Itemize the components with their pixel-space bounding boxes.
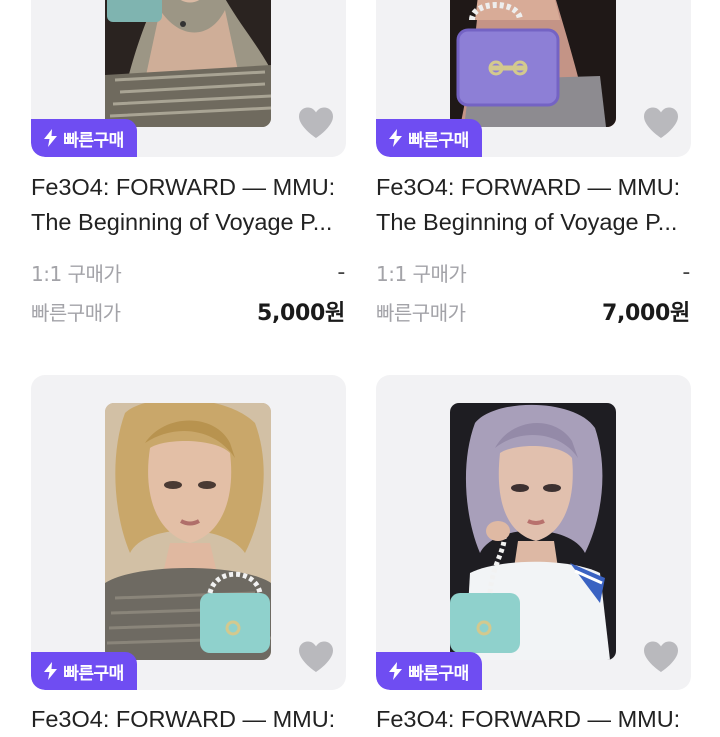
badge-label: 빠른구매 [408, 130, 469, 151]
price-row-quick: 빠른구매가 5,000원 [31, 296, 345, 327]
product-thumbnail[interactable]: 빠른구매 [376, 375, 691, 690]
price-row-1to1: 1:1 구매가 - [376, 257, 690, 287]
lightning-icon [44, 129, 58, 147]
product-thumbnail[interactable]: 빠른구매 [376, 0, 691, 157]
photocard-image [450, 0, 616, 127]
quick-buy-badge: 빠른구매 [376, 119, 482, 157]
price-label: 빠른구매가 [31, 300, 121, 325]
price-value: - [682, 259, 690, 285]
lightning-icon [389, 662, 403, 680]
badge-label: 빠른구매 [408, 663, 469, 684]
price-row-1to1: 1:1 구매가 - [31, 257, 345, 287]
price-value: 5,000원 [256, 301, 345, 326]
product-title[interactable]: Fe3O4: FORWARD — MMU: The Beginning of V… [31, 170, 346, 240]
price-row-quick: 빠른구매가 7,000원 [376, 296, 690, 327]
price-label: 1:1 구매가 [31, 261, 122, 286]
quick-buy-badge: 빠른구매 [31, 119, 137, 157]
product-title-line: The Beginning of Voyage P... [31, 209, 333, 235]
product-title[interactable]: Fe3O4: FORWARD — MMU: The Beginning of V… [376, 170, 691, 240]
badge-label: 빠른구매 [63, 663, 124, 684]
lightning-icon [44, 662, 58, 680]
heart-icon[interactable] [641, 639, 681, 675]
product-thumbnail[interactable]: 빠른구매 [31, 375, 346, 690]
product-thumbnail[interactable]: 빠른구매 [31, 0, 346, 157]
quick-buy-badge: 빠른구매 [376, 652, 482, 690]
heart-icon[interactable] [641, 105, 681, 141]
photocard-image [450, 403, 616, 660]
product-title-line: Fe3O4: FORWARD — MMU: [31, 174, 336, 200]
badge-label: 빠른구매 [63, 130, 124, 151]
photocard-image [105, 0, 271, 127]
photocard-image [105, 403, 271, 660]
price-value: - [337, 259, 345, 285]
price-label: 빠른구매가 [376, 300, 466, 325]
heart-icon[interactable] [296, 639, 336, 675]
price-label: 1:1 구매가 [376, 261, 467, 286]
price-value: 7,000원 [601, 301, 690, 326]
quick-buy-badge: 빠른구매 [31, 652, 137, 690]
product-title-line: The Beginning of Voyage P... [376, 209, 678, 235]
lightning-icon [389, 129, 403, 147]
heart-icon[interactable] [296, 105, 336, 141]
product-title-line: Fe3O4: FORWARD — MMU: [376, 174, 681, 200]
